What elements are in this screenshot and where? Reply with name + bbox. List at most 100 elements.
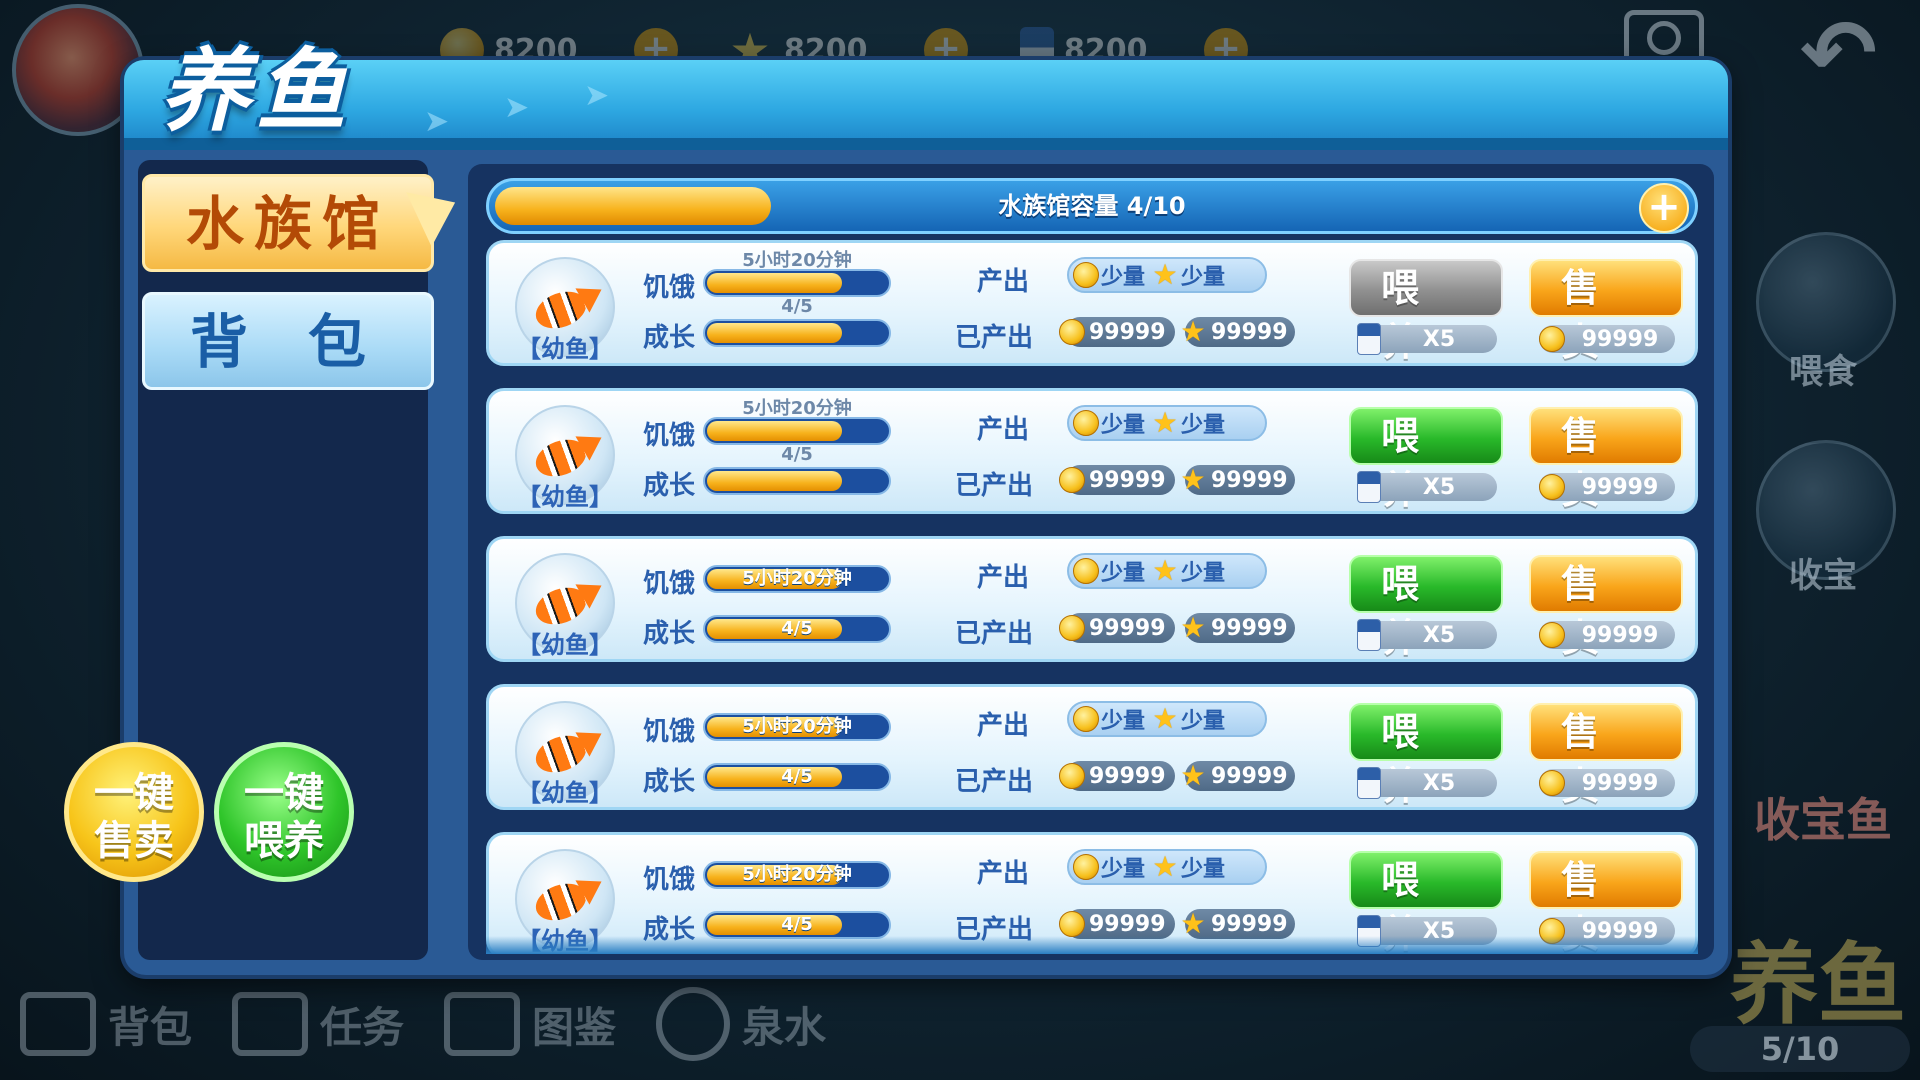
- expand-capacity-button[interactable]: +: [1639, 183, 1689, 233]
- produced-star: ★ 99999: [1180, 317, 1295, 347]
- sell-button[interactable]: 售卖: [1529, 851, 1683, 954]
- star-icon: ★: [1180, 315, 1206, 348]
- produce-rate: 少量 ★ 少量: [1067, 553, 1267, 589]
- sell-price: 99999: [1539, 621, 1675, 649]
- aquarium-capacity-bar: 水族馆容量 4/10 +: [486, 178, 1698, 234]
- fish-list[interactable]: 【幼鱼】 饥饿 5小时20分钟 成长 4/5 产出 少量 ★ 少量 已产出 99…: [486, 240, 1698, 954]
- growth-bar: 4/5: [703, 763, 891, 791]
- nav-bag[interactable]: 背包: [20, 992, 192, 1056]
- produced-label: 已产出: [955, 471, 1034, 501]
- produce-label: 产出: [977, 267, 1030, 297]
- coin-icon: [1539, 622, 1565, 648]
- produced-coin: 99999: [1059, 761, 1175, 791]
- fish-row: 【幼鱼】 饥饿 5小时20分钟 成长 4/5 产出 少量 ★ 少量 已产出 99…: [486, 240, 1698, 366]
- bottom-nav: 背包 任务 图鉴 泉水: [0, 968, 1920, 1080]
- modal-header: ➤ ➤ ➤: [124, 60, 1728, 150]
- back-arrow-icon[interactable]: ↶: [1800, 8, 1877, 100]
- hunger-label: 饥饿: [643, 865, 696, 895]
- feed-button[interactable]: 喂养: [1349, 851, 1503, 954]
- feed-cost-amount: X5: [1422, 918, 1456, 944]
- collect-treasure-label: 收宝: [1789, 556, 1857, 596]
- milk-icon: [1357, 767, 1381, 799]
- produced-coin-amount: 99999: [1089, 615, 1166, 641]
- coin-icon: [1539, 770, 1565, 796]
- produced-coin-amount: 99999: [1089, 763, 1166, 789]
- hunger-time-text: 5小时20分钟: [742, 716, 852, 737]
- coin-icon: [1059, 319, 1085, 345]
- nav-spring[interactable]: 泉水: [656, 987, 826, 1061]
- feed-cost: X5: [1357, 767, 1497, 799]
- fish-row: 【幼鱼】 饥饿 5小时20分钟 成长 4/5 产出 少量 ★ 少量 已产出 99…: [486, 388, 1698, 514]
- feed-button[interactable]: 喂养: [1349, 259, 1503, 364]
- sell-all-label: 一键 售卖: [94, 770, 174, 864]
- tab-aquarium[interactable]: 水族馆: [142, 174, 434, 272]
- sell-button[interactable]: 售卖: [1529, 555, 1683, 660]
- sell-price: 99999: [1539, 325, 1675, 353]
- produced-label: 已产出: [955, 767, 1034, 797]
- nav-bag-label: 背包: [108, 1002, 193, 1052]
- star-icon: ★: [1180, 759, 1206, 792]
- fish-row: 【幼鱼】 饥饿 5小时20分钟 成长 4/5 产出 少量 ★ 少量 已产出 99…: [486, 832, 1698, 954]
- milk-icon: [1357, 619, 1381, 651]
- sell-button[interactable]: 售卖: [1529, 407, 1683, 512]
- produced-label: 已产出: [955, 619, 1034, 649]
- produced-label: 已产出: [955, 323, 1034, 353]
- sell-all-button[interactable]: 一键 售卖: [64, 742, 204, 882]
- sell-button[interactable]: 售卖: [1529, 703, 1683, 808]
- spring-icon: [656, 987, 731, 1061]
- feed-cost-amount: X5: [1422, 770, 1456, 796]
- produce-label: 产出: [977, 415, 1030, 445]
- produce-coin-rate: 少量: [1101, 857, 1146, 882]
- feed-button[interactable]: 喂养: [1349, 555, 1503, 660]
- feed-cost-amount: X5: [1422, 474, 1456, 500]
- produce-label: 产出: [977, 859, 1030, 889]
- fish-row: 【幼鱼】 饥饿 5小时20分钟 成长 4/5 产出 少量 ★ 少量 已产出 99…: [486, 536, 1698, 662]
- produce-coin-rate: 少量: [1101, 561, 1146, 586]
- coin-icon: [1073, 410, 1099, 436]
- coin-icon: [1073, 706, 1099, 732]
- hunger-bar: 5小时20分钟: [703, 713, 891, 741]
- feed-cost-amount: X5: [1422, 622, 1456, 648]
- feed-cost: X5: [1357, 915, 1497, 947]
- fish-stage-label: 【幼鱼】: [517, 335, 613, 363]
- coin-icon: [1073, 854, 1099, 880]
- nav-task[interactable]: 任务: [232, 992, 404, 1056]
- corner-fish-title[interactable]: 养鱼: [1730, 914, 1906, 1041]
- star-icon: ★: [1152, 258, 1178, 291]
- fish-stage-label: 【幼鱼】: [517, 631, 613, 659]
- fish-decoration-icon: ➤: [584, 78, 610, 113]
- nav-task-label: 任务: [320, 1002, 405, 1052]
- produced-star: ★ 99999: [1180, 465, 1295, 495]
- feed-button[interactable]: 喂养: [1349, 407, 1503, 512]
- hunger-label: 饥饿: [643, 717, 696, 747]
- tab-bag[interactable]: 背包: [142, 292, 434, 390]
- produced-coin: 99999: [1059, 613, 1175, 643]
- hunger-bar-fill: [707, 421, 842, 441]
- feed-all-button[interactable]: 一键 喂养: [214, 742, 354, 882]
- growth-value-text: 4/5: [781, 766, 813, 787]
- produce-star-rate: 少量: [1181, 857, 1226, 882]
- nav-guide[interactable]: 图鉴: [444, 992, 616, 1056]
- growth-bar-fill: [707, 323, 842, 343]
- coin-icon: [1073, 558, 1099, 584]
- produce-coin-rate: 少量: [1101, 265, 1146, 290]
- camera-icon[interactable]: [1624, 10, 1704, 66]
- sell-button[interactable]: 售卖: [1529, 259, 1683, 364]
- fish-stage-label: 【幼鱼】: [517, 483, 613, 511]
- growth-label: 成长: [643, 619, 696, 649]
- sell-price-amount: 99999: [1581, 474, 1659, 500]
- star-icon: ★: [1180, 463, 1206, 496]
- produce-star-rate: 少量: [1181, 413, 1226, 438]
- feed-button[interactable]: 喂养: [1349, 703, 1503, 808]
- coin-icon: [1059, 763, 1085, 789]
- feed-cost: X5: [1357, 471, 1497, 503]
- growth-label: 成长: [643, 323, 696, 353]
- produced-coin-amount: 99999: [1089, 467, 1166, 493]
- produce-rate: 少量 ★ 少量: [1067, 405, 1267, 441]
- sell-price-amount: 99999: [1581, 918, 1659, 944]
- feed-cost: X5: [1357, 323, 1497, 355]
- hunger-bar: [703, 269, 891, 297]
- feed-all-label: 一键 喂养: [244, 770, 324, 864]
- produced-star-amount: 99999: [1211, 911, 1288, 937]
- fish-raising-modal: ➤ ➤ ➤ 养鱼 水族馆 背包 一键 售卖 一键 喂养 水族馆容量 4/10 +…: [64, 39, 1728, 975]
